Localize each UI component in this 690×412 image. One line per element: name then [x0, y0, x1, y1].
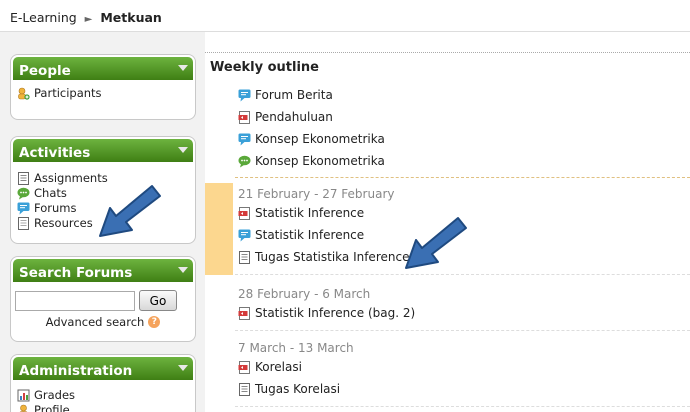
activity-label: Statistik Inference	[255, 228, 365, 242]
pdf-icon	[238, 110, 251, 124]
pdf-icon	[238, 206, 251, 220]
forum-icon	[238, 133, 251, 146]
search-forums-block-title: Search Forums	[19, 265, 133, 281]
collapse-icon[interactable]	[178, 65, 188, 71]
chat-icon	[17, 187, 30, 200]
resource-icon	[17, 217, 30, 230]
activity-statistik-inference-bag2[interactable]: Statistik Inference (bag. 2)	[238, 302, 690, 324]
help-icon[interactable]: ?	[148, 316, 161, 328]
section-week-3: 28 February - 6 March Statistik Inferenc…	[205, 283, 690, 331]
forum-icon	[238, 89, 251, 102]
people-block-header: People	[11, 55, 195, 82]
activity-konsep-ekonometrika-chat[interactable]: Konsep Ekonometrika	[238, 150, 690, 172]
participants-link[interactable]: Participants	[17, 86, 189, 101]
grades-label: Grades	[34, 388, 76, 402]
collapse-icon[interactable]	[178, 365, 188, 371]
breadcrumb-separator-icon: ►	[84, 14, 93, 25]
administration-block-title: Administration	[19, 363, 133, 379]
activity-tugas-statistika-inference[interactable]: Tugas Statistika Inference	[238, 246, 690, 268]
participants-label: Participants	[34, 86, 102, 100]
search-forums-input[interactable]	[15, 290, 135, 311]
profile-link[interactable]: Profile	[17, 403, 189, 412]
collapse-icon[interactable]	[178, 267, 188, 273]
breadcrumb: E-Learning ► Metkuan	[0, 0, 690, 32]
search-forums-block-header: Search Forums	[11, 257, 195, 284]
assignment-icon	[17, 172, 30, 185]
pdf-icon	[238, 360, 251, 374]
profile-icon	[17, 404, 30, 412]
resources-label: Resources	[34, 216, 93, 230]
forums-label: Forums	[34, 201, 77, 215]
activity-tugas-korelasi[interactable]: Tugas Korelasi	[238, 378, 690, 400]
activity-label: Tugas Korelasi	[255, 382, 341, 396]
activity-label: Statistik Inference (bag. 2)	[255, 306, 416, 320]
activity-statistik-inference-pdf[interactable]: Statistik Inference	[238, 202, 690, 224]
activity-konsep-ekonometrika-forum[interactable]: Konsep Ekonometrika	[238, 128, 690, 150]
activity-label: Korelasi	[255, 360, 302, 374]
breadcrumb-current: Metkuan	[100, 10, 162, 25]
activity-forum-berita[interactable]: Forum Berita	[238, 84, 690, 106]
section-week-4: 7 March - 13 March Korelasi Tugas Korela…	[205, 337, 690, 407]
assignment-icon	[238, 382, 251, 396]
left-sidebar: People Participants Activities Assignmen…	[0, 32, 205, 412]
main-content: Weekly outline Forum Berita Pendahuluan …	[205, 32, 690, 412]
search-forums-block: Search Forums Go Advanced search ?	[10, 256, 196, 342]
assignment-icon	[238, 250, 251, 264]
participants-icon	[17, 87, 30, 100]
section-divider	[235, 274, 690, 275]
chats-label: Chats	[34, 186, 67, 200]
pdf-icon	[238, 306, 251, 320]
chats-link[interactable]: Chats	[17, 186, 189, 201]
section-divider	[235, 330, 690, 331]
activity-label: Tugas Statistika Inference	[255, 250, 410, 264]
chat-icon	[238, 155, 251, 168]
section-0: Forum Berita Pendahuluan Konsep Ekonomet…	[205, 84, 690, 178]
activity-label: Konsep Ekonometrika	[255, 154, 385, 168]
activity-korelasi[interactable]: Korelasi	[238, 356, 690, 378]
advanced-search-link[interactable]: Advanced search	[46, 315, 145, 329]
activity-label: Statistik Inference	[255, 206, 365, 220]
forum-icon	[17, 202, 30, 215]
collapse-icon[interactable]	[178, 147, 188, 153]
administration-block-header: Administration	[11, 355, 195, 382]
search-go-button[interactable]: Go	[139, 290, 177, 311]
grades-link[interactable]: Grades	[17, 388, 189, 403]
activities-block: Activities Assignments Chats Forums Reso…	[10, 136, 196, 244]
profile-label: Profile	[34, 403, 70, 412]
people-block: People Participants	[10, 54, 196, 120]
activities-block-header: Activities	[11, 137, 195, 164]
current-week-highlight	[205, 183, 233, 275]
main-top-divider	[205, 52, 690, 53]
assignments-link[interactable]: Assignments	[17, 171, 189, 186]
resources-link[interactable]: Resources	[17, 216, 189, 231]
administration-block: Administration Grades Profile	[10, 354, 196, 412]
grades-icon	[17, 389, 30, 402]
activity-label: Forum Berita	[255, 88, 333, 102]
section-current-week: 21 February - 27 February Statistik Infe…	[205, 183, 690, 275]
weekly-outline-title: Weekly outline	[210, 60, 319, 75]
section-divider	[235, 177, 690, 178]
activity-label: Konsep Ekonometrika	[255, 132, 385, 146]
people-block-title: People	[19, 63, 71, 79]
section-date: 28 February - 6 March	[238, 287, 371, 301]
forums-link[interactable]: Forums	[17, 201, 189, 216]
section-divider	[235, 406, 690, 407]
forum-icon	[238, 229, 251, 242]
breadcrumb-root-link[interactable]: E-Learning	[10, 10, 77, 25]
activities-block-title: Activities	[19, 145, 91, 161]
section-date: 21 February - 27 February	[238, 187, 395, 201]
activity-pendahuluan[interactable]: Pendahuluan	[238, 106, 690, 128]
assignments-label: Assignments	[34, 171, 108, 185]
activity-label: Pendahuluan	[255, 110, 333, 124]
activity-statistik-inference-forum[interactable]: Statistik Inference	[238, 224, 690, 246]
section-date: 7 March - 13 March	[238, 341, 354, 355]
